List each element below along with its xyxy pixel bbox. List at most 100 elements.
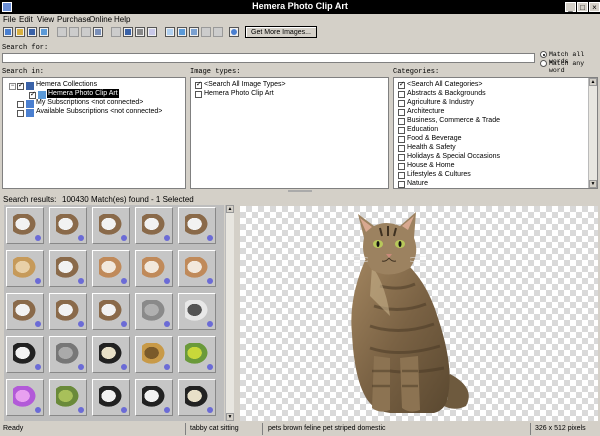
- match-all-radio[interactable]: [540, 51, 547, 58]
- info-icon[interactable]: [78, 364, 84, 370]
- info-icon[interactable]: [207, 278, 213, 284]
- minimize-button[interactable]: _: [565, 2, 576, 12]
- thumbnail[interactable]: [49, 379, 87, 416]
- cut-icon[interactable]: [57, 27, 67, 37]
- category-checkbox[interactable]: [398, 109, 405, 116]
- thumbnail[interactable]: [49, 207, 87, 244]
- copy-icon[interactable]: [69, 27, 79, 37]
- category-item[interactable]: Abstracts & Backgrounds: [407, 89, 486, 98]
- zoom-icon[interactable]: [165, 27, 175, 37]
- forward-icon[interactable]: [213, 27, 223, 37]
- splitter-handle[interactable]: [288, 190, 312, 192]
- info-icon[interactable]: [121, 364, 127, 370]
- info-icon[interactable]: [207, 364, 213, 370]
- category-checkbox[interactable]: [398, 181, 405, 188]
- menu-purchase[interactable]: Purchase: [57, 15, 91, 24]
- info-icon[interactable]: [78, 407, 84, 413]
- thumbnail[interactable]: [49, 293, 87, 330]
- scroll-up-arrow[interactable]: ▲: [589, 78, 597, 86]
- copy-image-icon[interactable]: [93, 27, 103, 37]
- category-item[interactable]: Business, Commerce & Trade: [407, 116, 500, 125]
- category-item[interactable]: Education: [407, 125, 438, 134]
- category-item[interactable]: Nature: [407, 179, 428, 188]
- available-subscriptions-checkbox[interactable]: [17, 110, 24, 117]
- info-icon[interactable]: [35, 235, 41, 241]
- categories-list[interactable]: <Search All Categories> Abstracts & Back…: [393, 77, 598, 189]
- thumbnail[interactable]: [92, 293, 130, 330]
- thumbnail[interactable]: [178, 250, 216, 287]
- category-checkbox[interactable]: [398, 163, 405, 170]
- info-icon[interactable]: [164, 321, 170, 327]
- info-icon[interactable]: [35, 321, 41, 327]
- thumbnail[interactable]: [135, 293, 173, 330]
- email-icon[interactable]: [147, 27, 157, 37]
- all-image-types-checkbox[interactable]: [195, 80, 202, 89]
- back-icon[interactable]: [111, 27, 121, 37]
- info-icon[interactable]: [35, 278, 41, 284]
- info-icon[interactable]: [78, 235, 84, 241]
- thumbnail[interactable]: [6, 293, 44, 330]
- paste-icon[interactable]: [81, 27, 91, 37]
- category-item[interactable]: Lifestyles & Cultures: [407, 170, 471, 179]
- thumbnail[interactable]: [178, 379, 216, 416]
- collapse-toggle[interactable]: −: [9, 83, 16, 90]
- info-icon[interactable]: [121, 235, 127, 241]
- category-item[interactable]: <Search All Categories>: [407, 80, 483, 89]
- match-any-radio[interactable]: [540, 60, 547, 67]
- categories-scrollbar[interactable]: ▲ ▼: [588, 78, 597, 188]
- thumbnail[interactable]: [135, 336, 173, 373]
- info-icon[interactable]: [35, 407, 41, 413]
- info-icon[interactable]: [164, 235, 170, 241]
- category-checkbox[interactable]: [398, 91, 405, 98]
- category-item[interactable]: Holidays & Special Occasions: [407, 152, 500, 161]
- thumbnail[interactable]: [92, 379, 130, 416]
- menu-online[interactable]: Online: [89, 15, 112, 24]
- new-icon[interactable]: [3, 27, 13, 37]
- category-checkbox[interactable]: [398, 136, 405, 143]
- help-icon[interactable]: [229, 27, 239, 37]
- thumbnail[interactable]: [92, 336, 130, 373]
- search-input[interactable]: [2, 53, 535, 63]
- menu-edit[interactable]: Edit: [19, 15, 33, 24]
- thumbnail[interactable]: [49, 336, 87, 373]
- get-more-images-button[interactable]: Get More Images...: [245, 26, 317, 38]
- thumbnail[interactable]: [6, 250, 44, 287]
- menu-view[interactable]: View: [37, 15, 54, 24]
- thumbnail[interactable]: [6, 336, 44, 373]
- match-any-label[interactable]: Match any word: [549, 60, 600, 74]
- thumbnail-scrollbar[interactable]: ▲ ▼: [225, 205, 234, 421]
- scroll-up-arrow[interactable]: ▲: [226, 205, 234, 213]
- thumbnail[interactable]: [178, 293, 216, 330]
- my-subscriptions-checkbox[interactable]: [17, 101, 24, 108]
- thumbnail[interactable]: [92, 250, 130, 287]
- info-icon[interactable]: [164, 364, 170, 370]
- info-icon[interactable]: [207, 407, 213, 413]
- thumbnail[interactable]: [135, 207, 173, 244]
- menu-file[interactable]: File: [3, 15, 16, 24]
- scroll-down-arrow[interactable]: ▼: [226, 413, 234, 421]
- info-icon[interactable]: [121, 278, 127, 284]
- export-icon[interactable]: [123, 27, 133, 37]
- category-checkbox[interactable]: [398, 100, 405, 107]
- category-item[interactable]: Food & Beverage: [407, 134, 461, 143]
- tree-item-hemera-collections[interactable]: Hemera Collections: [36, 80, 97, 89]
- menu-help[interactable]: Help: [114, 15, 130, 24]
- thumbnail-grid[interactable]: [4, 205, 224, 421]
- info-icon[interactable]: [207, 235, 213, 241]
- info-icon[interactable]: [164, 278, 170, 284]
- thumbnail[interactable]: [6, 207, 44, 244]
- category-item[interactable]: Agriculture & Industry: [407, 98, 474, 107]
- info-icon[interactable]: [121, 321, 127, 327]
- save-icon[interactable]: [27, 27, 37, 37]
- thumbnail[interactable]: [178, 336, 216, 373]
- open-icon[interactable]: [15, 27, 25, 37]
- hemera-collections-checkbox[interactable]: [17, 81, 24, 90]
- category-checkbox[interactable]: [398, 127, 405, 134]
- gallery-icon[interactable]: [189, 27, 199, 37]
- category-item[interactable]: Architecture: [407, 107, 444, 116]
- tree-item-photo-clip-art[interactable]: Hemera Photo Clip Art: [47, 89, 119, 98]
- play-icon[interactable]: [201, 27, 211, 37]
- category-item[interactable]: House & Home: [407, 161, 454, 170]
- category-item[interactable]: Health & Safety: [407, 143, 456, 152]
- photo-clip-art-checkbox[interactable]: [29, 90, 36, 99]
